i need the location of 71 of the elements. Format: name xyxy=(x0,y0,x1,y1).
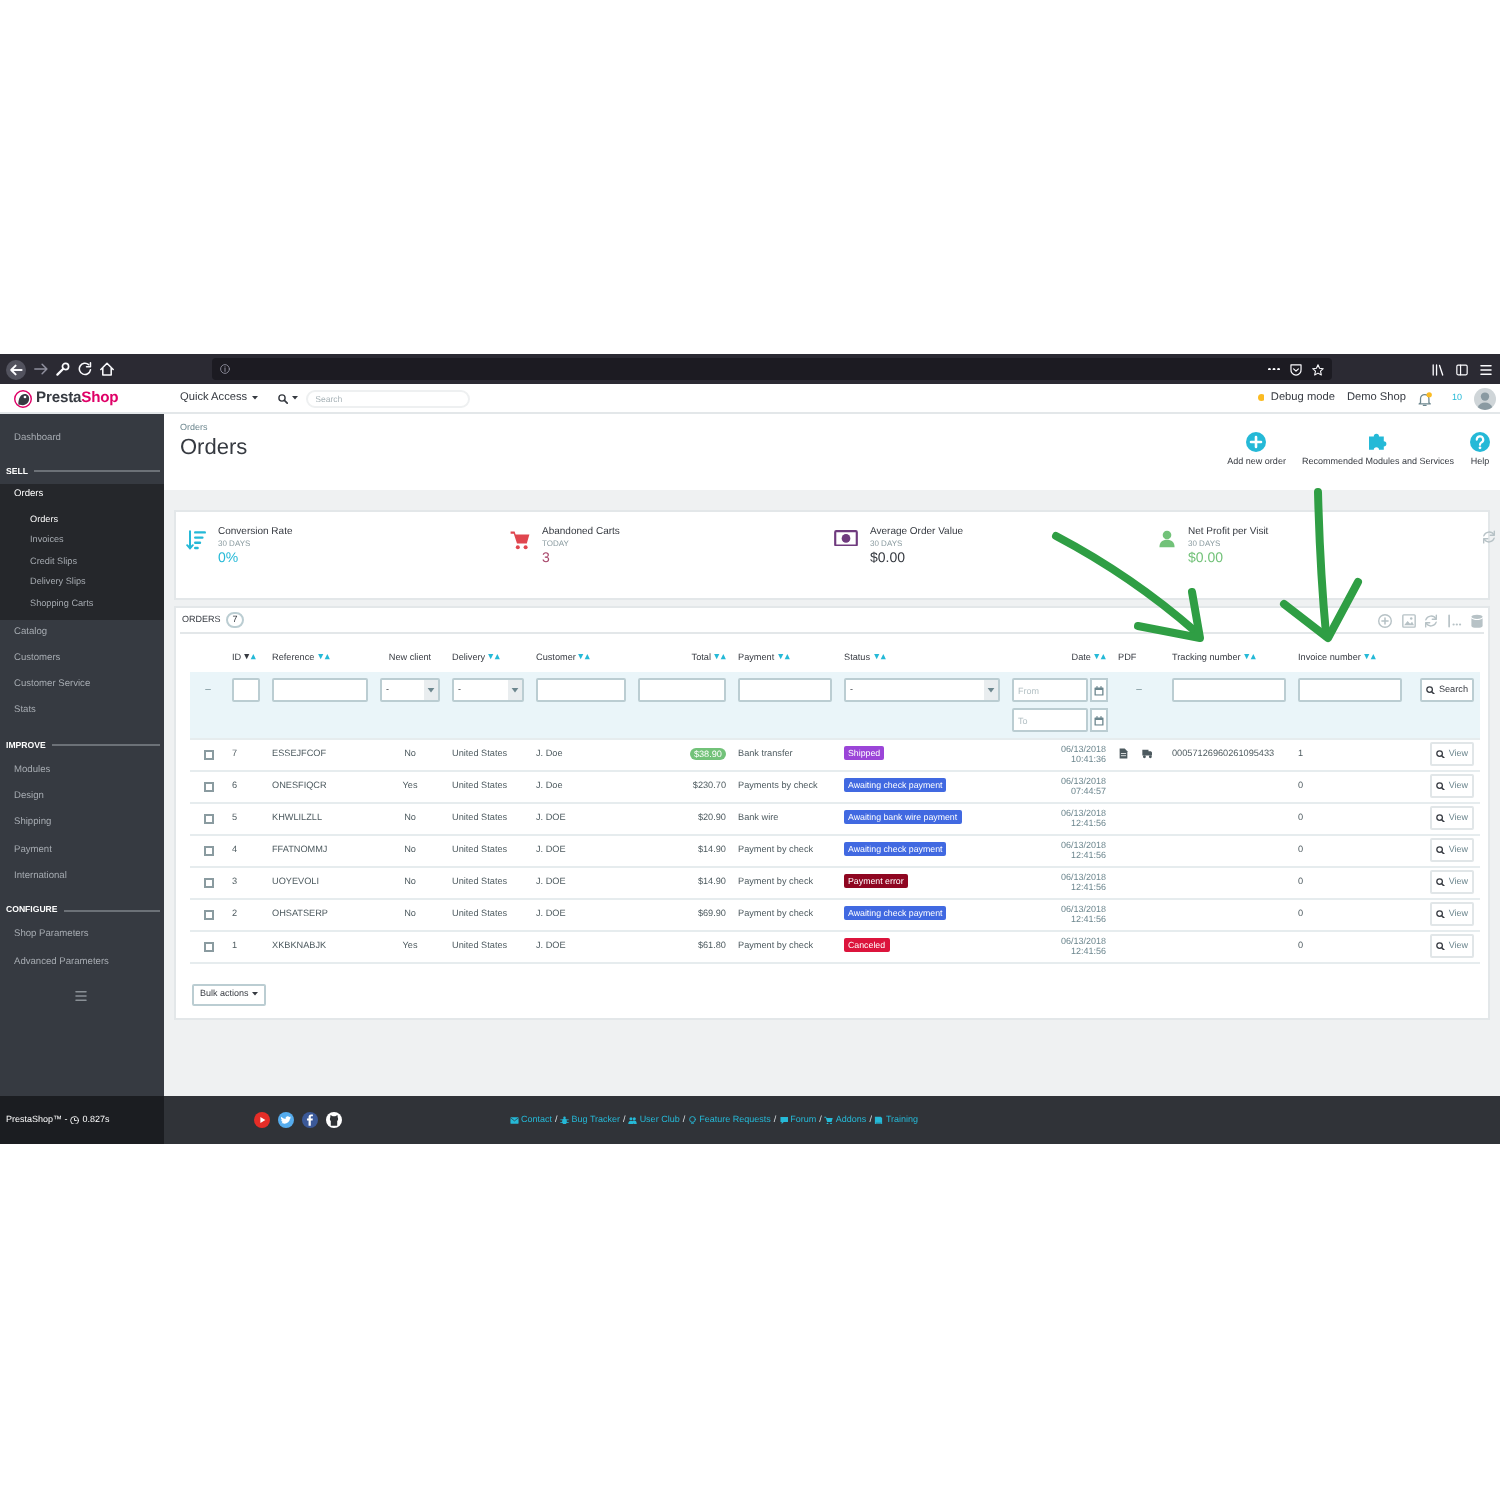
search-icon xyxy=(1436,909,1446,919)
users-icon xyxy=(628,1115,638,1125)
search-icon xyxy=(1436,877,1446,887)
calendar-button[interactable] xyxy=(1090,678,1108,702)
filter-input[interactable] xyxy=(1172,678,1286,702)
caret-icon xyxy=(252,992,259,996)
row-checkbox[interactable] xyxy=(203,877,213,887)
back-icon[interactable] xyxy=(6,359,26,379)
row-checkbox[interactable] xyxy=(203,909,213,919)
help-icon xyxy=(1470,432,1490,452)
truck-icon[interactable] xyxy=(1141,748,1152,760)
row-checkbox[interactable] xyxy=(203,781,213,791)
clock-icon xyxy=(70,1115,80,1125)
row-checkbox[interactable] xyxy=(203,749,213,759)
filter-input[interactable] xyxy=(232,678,260,702)
document-icon[interactable] xyxy=(1118,748,1129,760)
add-icon[interactable] xyxy=(1378,613,1392,627)
star-icon[interactable] xyxy=(1312,363,1324,375)
search-icon[interactable] xyxy=(277,393,288,403)
search-icon xyxy=(1436,781,1446,791)
page-title: Orders xyxy=(180,436,248,464)
search-icon xyxy=(1426,685,1436,695)
chat-bubble-icon xyxy=(779,1115,789,1125)
shield-icon[interactable] xyxy=(1290,363,1302,375)
caret-icon xyxy=(984,680,998,700)
bell-icon[interactable] xyxy=(1417,391,1432,405)
row-checkbox[interactable] xyxy=(203,813,213,823)
search-icon xyxy=(1436,749,1446,759)
letter-f-icon[interactable] xyxy=(302,1112,318,1128)
envelope-icon xyxy=(510,1115,519,1125)
row-checkbox[interactable] xyxy=(203,845,213,855)
caret-icon xyxy=(508,680,522,700)
bird-icon[interactable] xyxy=(278,1112,294,1128)
caret-icon xyxy=(424,680,438,700)
play-icon[interactable] xyxy=(254,1112,270,1128)
logo-icon[interactable] xyxy=(14,389,32,407)
puzzle-icon xyxy=(1367,432,1388,452)
search-icon xyxy=(1436,941,1446,951)
sort-icon[interactable] xyxy=(244,654,257,660)
reload-icon[interactable] xyxy=(78,362,92,376)
filter-input[interactable] xyxy=(638,678,726,702)
cat-icon[interactable] xyxy=(326,1112,342,1128)
image-icon[interactable] xyxy=(1401,613,1415,627)
library-icon[interactable] xyxy=(1432,363,1444,375)
home-icon[interactable] xyxy=(100,362,114,376)
caret-icon xyxy=(291,396,298,400)
filter-input[interactable] xyxy=(1298,678,1402,702)
filter-input[interactable] xyxy=(738,678,832,702)
search-icon xyxy=(1436,845,1446,855)
add-icon xyxy=(1246,432,1267,452)
status-dot-icon xyxy=(1257,394,1265,402)
forward-icon[interactable] xyxy=(34,362,48,376)
cart-icon xyxy=(824,1115,834,1125)
calendar-button[interactable] xyxy=(1090,708,1108,732)
filter-input[interactable] xyxy=(536,678,626,702)
refresh-icon[interactable] xyxy=(1482,530,1496,544)
database-icon[interactable] xyxy=(1470,613,1484,627)
bug-icon xyxy=(560,1115,570,1125)
lightbulb-icon xyxy=(688,1115,698,1125)
search-icon xyxy=(1436,813,1446,823)
book-icon xyxy=(874,1115,884,1125)
info-icon[interactable] xyxy=(220,364,230,374)
sidebar-icon[interactable] xyxy=(1456,363,1468,375)
calendar-icon xyxy=(1094,685,1104,695)
refresh-icon[interactable] xyxy=(1424,613,1438,627)
calendar-icon xyxy=(1094,715,1104,725)
wrench-icon[interactable] xyxy=(56,362,70,376)
filter-input[interactable] xyxy=(272,678,368,702)
caret-icon xyxy=(251,396,258,400)
avatar-icon[interactable] xyxy=(1474,387,1496,409)
row-checkbox[interactable] xyxy=(203,941,213,951)
